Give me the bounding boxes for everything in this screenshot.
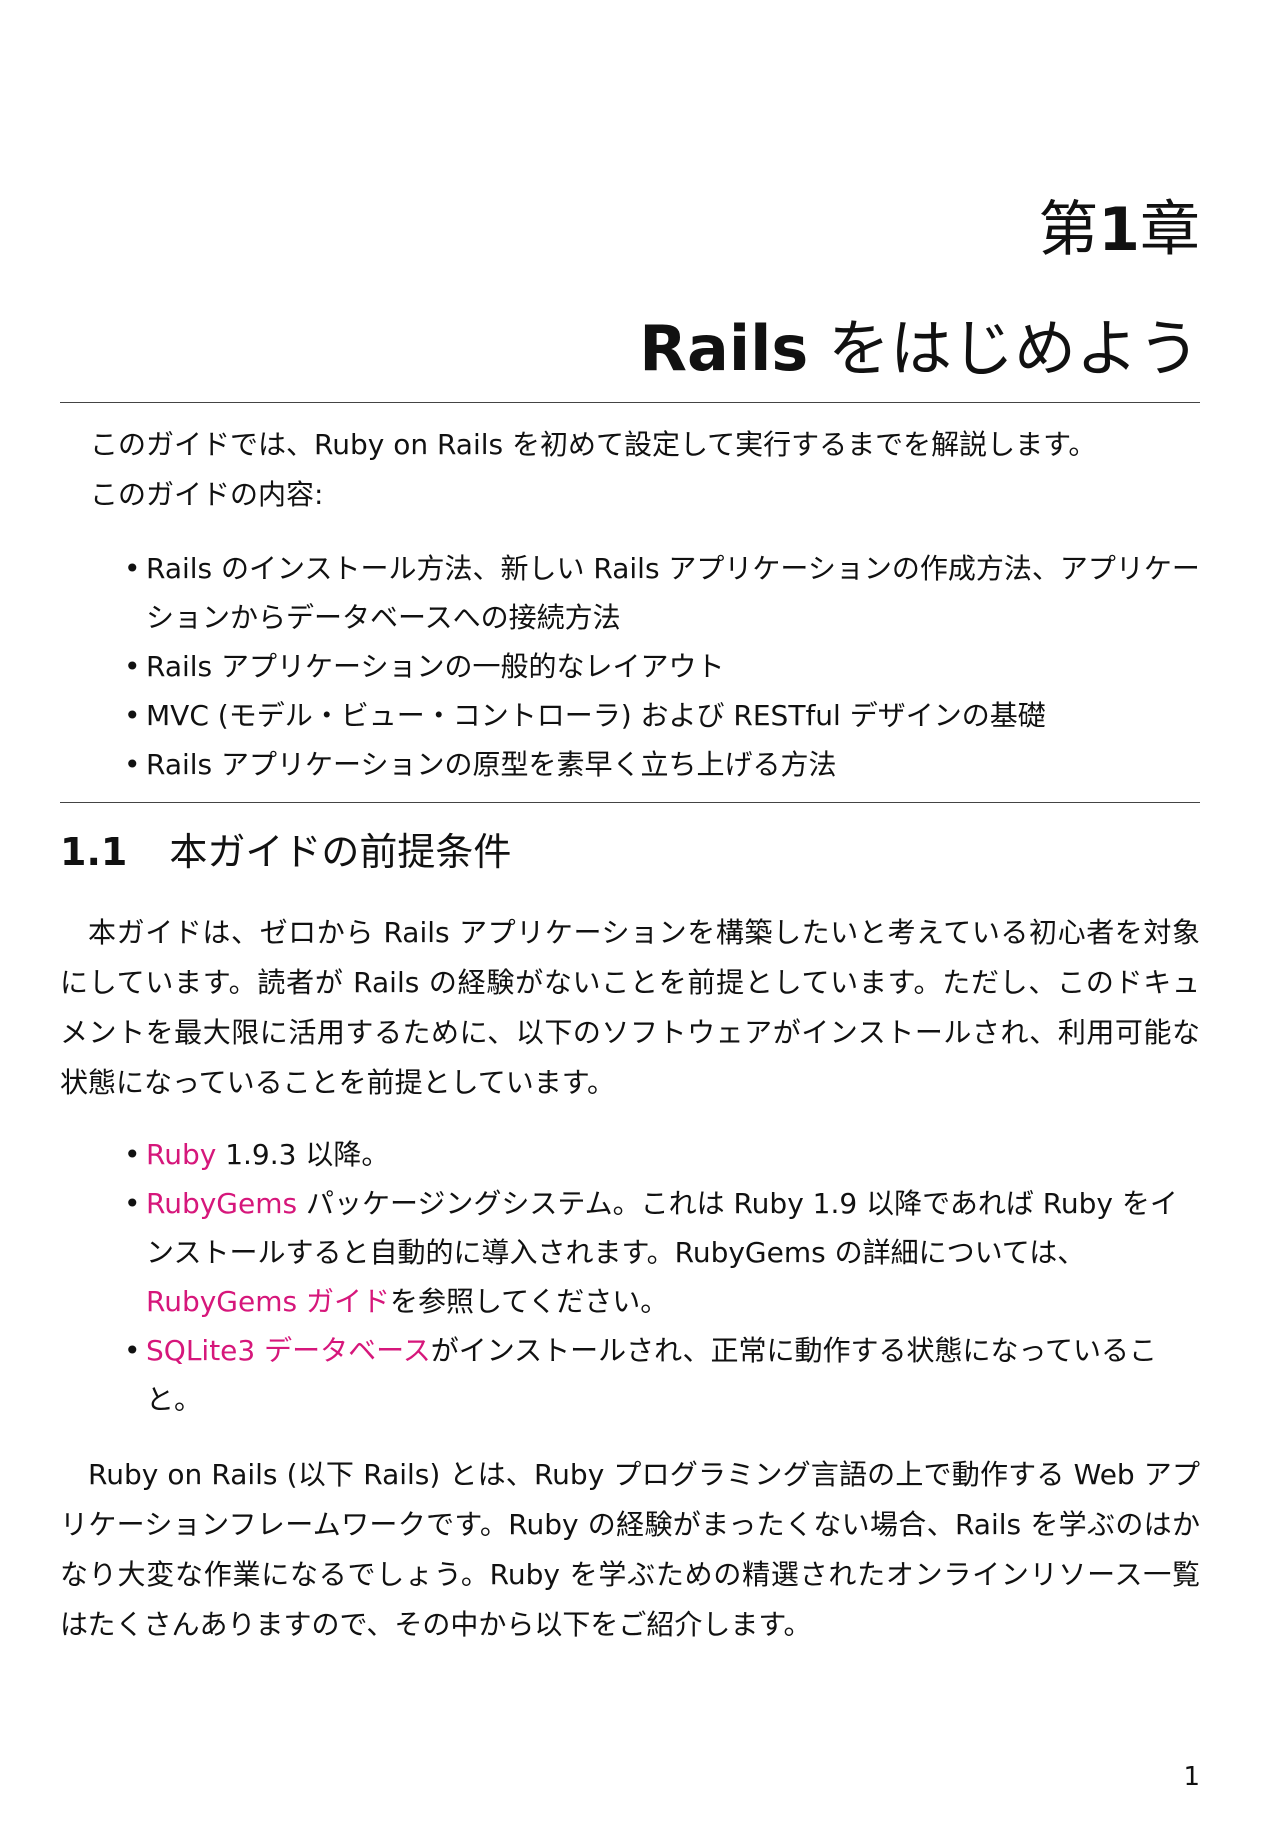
intro-list: Rails のインストール方法、新しい Rails アプリケーションの作成方法、…: [124, 544, 1200, 789]
rubygems-guide-link[interactable]: RubyGems ガイド: [146, 1285, 390, 1318]
intro-list-item: Rails のインストール方法、新しい Rails アプリケーションの作成方法、…: [124, 544, 1200, 642]
intro-block: このガイドでは、Ruby on Rails を初めて設定して実行するまでを解説し…: [90, 420, 1096, 520]
chapter-title-en: Rails: [639, 312, 809, 385]
requirement-text: パッケージングシステム。これは Ruby 1.9 以降であれば Ruby をイン…: [146, 1187, 1178, 1269]
sqlite3-link[interactable]: SQLite3 データベース: [146, 1334, 431, 1367]
intro-list-item: Rails アプリケーションの一般的なレイアウト: [124, 642, 1200, 691]
section-heading: 1.1 本ガイドの前提条件: [60, 822, 511, 882]
rubygems-link[interactable]: RubyGems: [146, 1187, 297, 1220]
requirement-text-2: を参照してください。: [389, 1285, 669, 1318]
intro-list-item: MVC (モデル・ビュー・コントローラ) および RESTful デザインの基礎: [124, 691, 1200, 740]
requirement-rubygems: RubyGems パッケージングシステム。これは Ruby 1.9 以降であれば…: [124, 1179, 1200, 1326]
prerequisites-paragraph: 本ガイドは、ゼロから Rails アプリケーションを構築したいと考えている初心者…: [60, 916, 1200, 1099]
ruby-link[interactable]: Ruby: [146, 1138, 216, 1171]
chapter-suffix: 章: [1140, 195, 1200, 265]
intro-list-item: Rails アプリケーションの原型を素早く立ち上げる方法: [124, 740, 1200, 789]
bottom-divider: [60, 802, 1200, 803]
top-divider: [60, 402, 1200, 403]
page-number: 1: [1183, 1762, 1200, 1792]
rails-intro-paragraph: Ruby on Rails (以下 Rails) とは、Ruby プログラミング…: [60, 1458, 1200, 1641]
section-number: 1.1: [60, 830, 128, 874]
intro-lead: このガイドでは、Ruby on Rails を初めて設定して実行するまでを解説し…: [90, 428, 1097, 461]
chapter-title: Rails をはじめよう: [639, 318, 1200, 380]
chapter-number-value: 1: [1098, 195, 1140, 265]
requirement-sqlite: SQLite3 データベースがインストールされ、正常に動作する状態になっているこ…: [124, 1326, 1200, 1424]
requirement-ruby: Ruby 1.9.3 以降。: [124, 1130, 1200, 1179]
intro-contents-label: このガイドの内容:: [90, 478, 324, 511]
chapter-number: 第1章: [1038, 200, 1200, 260]
document-page: 第1章 Rails をはじめよう このガイドでは、Ruby on Rails を…: [0, 0, 1272, 1824]
chapter-prefix: 第: [1038, 195, 1099, 265]
section-title: 本ガイドの前提条件: [169, 830, 512, 874]
requirements-list: Ruby 1.9.3 以降。 RubyGems パッケージングシステム。これは …: [124, 1130, 1200, 1424]
chapter-title-ja: をはじめよう: [808, 312, 1200, 385]
requirement-text: 1.9.3 以降。: [216, 1138, 390, 1171]
